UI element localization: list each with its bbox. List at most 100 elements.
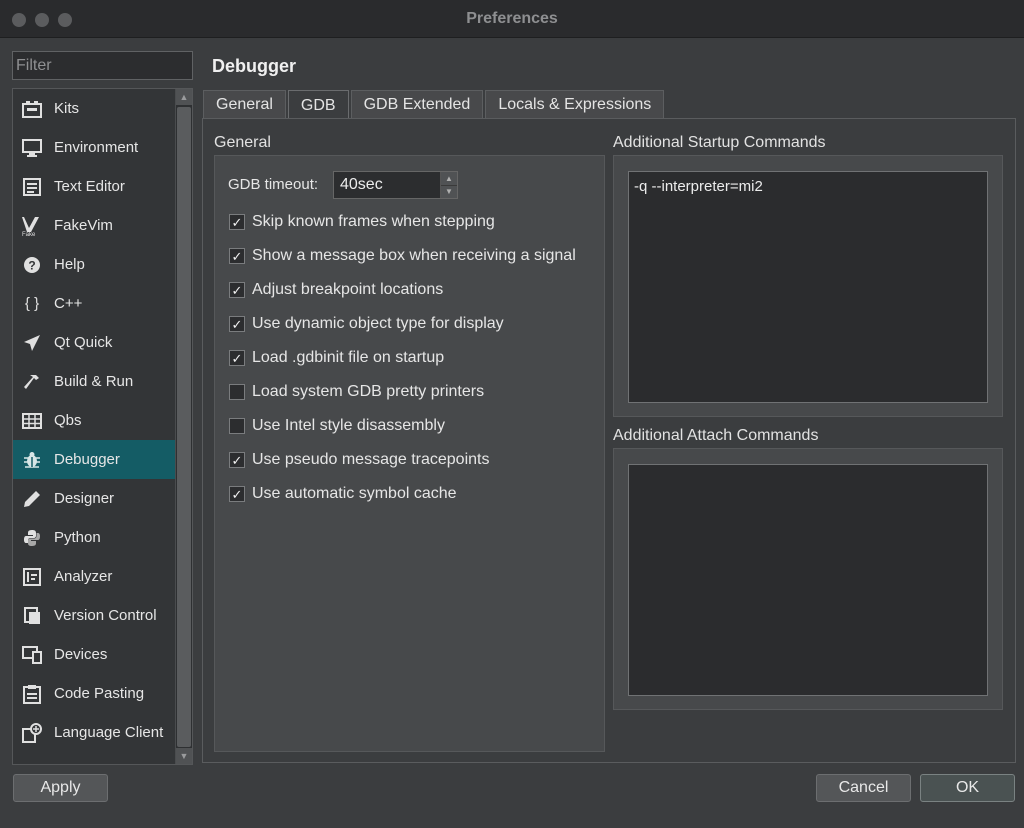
skip-known-frames-option[interactable]: ✓ Skip known frames when stepping (229, 211, 495, 233)
ok-button[interactable]: OK (920, 774, 1015, 802)
checkbox-label: Skip known frames when stepping (252, 213, 495, 230)
sidebar-item-label: Analyzer (54, 568, 113, 585)
sidebar-item-label: Debugger (54, 451, 120, 468)
sidebar-item-label: Code Pasting (54, 685, 145, 702)
category-sidebar: Kits Environment Text Editor Fake FakeVi… (12, 88, 193, 765)
checkbox-label: Use automatic symbol cache (252, 485, 457, 502)
checkbox[interactable]: ✓ (229, 248, 245, 264)
preferences-window: Preferences Kits Environment Text Edit (0, 0, 1024, 828)
attach-commands-title: Additional Attach Commands (613, 427, 819, 444)
sidebar-item-label: Version Control (54, 607, 157, 624)
checkbox-label: Use dynamic object type for display (252, 315, 504, 332)
load-pretty-printers-option[interactable]: Load system GDB pretty printers (229, 381, 484, 403)
scroll-up-icon[interactable]: ▲ (176, 89, 192, 105)
sidebar-item-version-control[interactable]: Version Control (13, 596, 176, 635)
checkbox-label: Use Intel style disassembly (252, 417, 445, 434)
sidebar-item-label: Python (54, 529, 101, 546)
version-control-icon (21, 605, 43, 627)
checkbox[interactable]: ✓ (229, 350, 245, 366)
help-icon: ? (21, 254, 43, 276)
sidebar-item-code-pasting[interactable]: Code Pasting (13, 674, 176, 713)
checkbox[interactable]: ✓ (229, 316, 245, 332)
sidebar-item-analyzer[interactable]: Analyzer (13, 557, 176, 596)
sidebar-item-devices[interactable]: Devices (13, 635, 176, 674)
title-bar: Preferences (0, 0, 1024, 38)
pencil-icon (21, 488, 43, 510)
sidebar-item-language-client[interactable]: Language Client (13, 713, 176, 752)
sidebar-item-kits[interactable]: Kits (13, 89, 176, 128)
hammer-icon (21, 371, 43, 393)
window-title: Preferences (466, 10, 558, 27)
sidebar-item-label: Devices (54, 646, 108, 663)
sidebar-item-debugger[interactable]: Debugger (13, 440, 176, 479)
sidebar-item-label: Build & Run (54, 373, 134, 390)
tab-bar: General GDB GDB Extended Locals & Expres… (203, 90, 666, 120)
checkbox[interactable] (229, 418, 245, 434)
scrollbar-thumb[interactable] (177, 107, 191, 747)
checkbox[interactable] (229, 384, 245, 400)
startup-commands-input[interactable]: -q --interpreter=mi2 (628, 171, 988, 403)
tab-locals-expressions[interactable]: Locals & Expressions (485, 90, 665, 119)
show-signal-message-box-option[interactable]: ✓ Show a message box when receiving a si… (229, 245, 576, 267)
spin-down-icon[interactable]: ▼ (441, 184, 457, 198)
language-client-icon (21, 722, 43, 744)
checkbox-label: Use pseudo message tracepoints (252, 451, 490, 468)
svg-text:?: ? (28, 258, 35, 272)
clipboard-icon (21, 683, 43, 705)
category-list: Kits Environment Text Editor Fake FakeVi… (13, 89, 176, 752)
qbs-icon (21, 410, 43, 432)
sidebar-item-label: Environment (54, 139, 139, 156)
cancel-button[interactable]: Cancel (816, 774, 911, 802)
adjust-breakpoint-locations-option[interactable]: ✓ Adjust breakpoint locations (229, 279, 443, 301)
gdb-timeout-spinbox[interactable]: 40sec ▲ ▼ (333, 171, 458, 199)
checkbox[interactable]: ✓ (229, 214, 245, 230)
sidebar-item-cpp[interactable]: { } C++ (13, 284, 176, 323)
tab-gdb-extended[interactable]: GDB Extended (350, 90, 484, 119)
sidebar-item-label: Qt Quick (54, 334, 113, 351)
attach-commands-input[interactable] (628, 464, 988, 696)
automatic-symbol-cache-option[interactable]: ✓ Use automatic symbol cache (229, 483, 457, 505)
checkbox[interactable]: ✓ (229, 486, 245, 502)
braces-icon: { } (24, 295, 40, 312)
filter-input[interactable] (12, 51, 193, 80)
sidebar-item-label: Qbs (54, 412, 82, 429)
sidebar-item-fakevim[interactable]: Fake FakeVim (13, 206, 176, 245)
scroll-down-icon[interactable]: ▼ (176, 748, 192, 764)
sidebar-item-label: FakeVim (54, 217, 113, 234)
pseudo-tracepoints-option[interactable]: ✓ Use pseudo message tracepoints (229, 449, 489, 471)
monitor-icon (21, 137, 43, 159)
text-editor-icon (21, 176, 43, 198)
startup-commands-title: Additional Startup Commands (613, 134, 826, 151)
python-icon (21, 527, 43, 549)
checkbox-label: Load .gdbinit file on startup (252, 349, 445, 366)
sidebar-item-help[interactable]: ? Help (13, 245, 176, 284)
sidebar-item-designer[interactable]: Designer (13, 479, 176, 518)
bug-icon (21, 449, 43, 471)
intel-disassembly-option[interactable]: Use Intel style disassembly (229, 415, 445, 437)
checkbox[interactable]: ✓ (229, 452, 245, 468)
svg-text:Fake: Fake (22, 232, 36, 236)
sidebar-item-label: Designer (54, 490, 115, 507)
sidebar-item-qt-quick[interactable]: Qt Quick (13, 323, 176, 362)
checkbox-label: Show a message box when receiving a sign… (252, 247, 576, 264)
sidebar-item-label: C++ (54, 295, 83, 312)
sidebar-item-qbs[interactable]: Qbs (13, 401, 176, 440)
load-gdbinit-option[interactable]: ✓ Load .gdbinit file on startup (229, 347, 444, 369)
tab-gdb[interactable]: GDB (287, 90, 349, 120)
sidebar-item-environment[interactable]: Environment (13, 128, 176, 167)
sidebar-item-text-editor[interactable]: Text Editor (13, 167, 176, 206)
sidebar-scrollbar[interactable]: ▲ ▼ (175, 89, 192, 764)
checkbox-label: Adjust breakpoint locations (252, 281, 444, 298)
spin-buttons: ▲ ▼ (440, 172, 457, 198)
dynamic-object-type-option[interactable]: ✓ Use dynamic object type for display (229, 313, 504, 335)
sidebar-item-python[interactable]: Python (13, 518, 176, 557)
analyzer-icon (21, 566, 43, 588)
checkbox[interactable]: ✓ (229, 282, 245, 298)
apply-button[interactable]: Apply (13, 774, 108, 802)
gdb-timeout-label: GDB timeout: (228, 176, 319, 193)
spin-up-icon[interactable]: ▲ (441, 172, 457, 185)
gdb-timeout-value[interactable]: 40sec (334, 172, 440, 198)
general-group-title: General (214, 134, 271, 151)
sidebar-item-build-run[interactable]: Build & Run (13, 362, 176, 401)
tab-general[interactable]: General (203, 90, 286, 119)
